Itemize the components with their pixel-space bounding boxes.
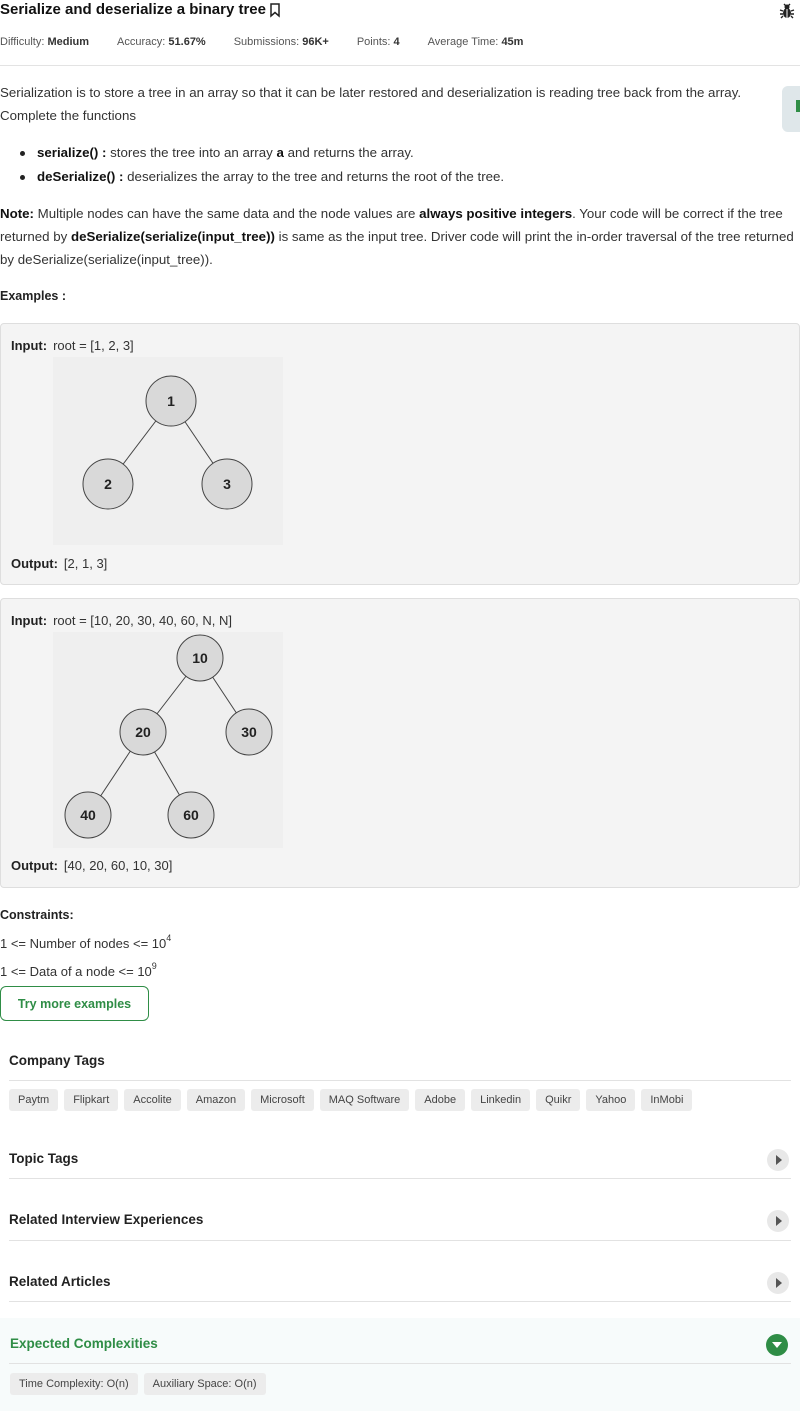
- tree-node: 20: [119, 708, 167, 756]
- problem-meta: Difficulty: Medium Accuracy: 51.67% Subm…: [0, 36, 551, 48]
- company-tag[interactable]: Adobe: [415, 1089, 466, 1111]
- problem-header: Serialize and deserialize a binary tree …: [0, 0, 800, 66]
- divider: [9, 1240, 791, 1241]
- constraints-heading: Constraints:: [0, 908, 74, 922]
- tree-node: 3: [201, 458, 253, 510]
- page-title: Serialize and deserialize a binary tree: [0, 1, 282, 18]
- expand-arrow-icon[interactable]: [767, 1272, 789, 1294]
- company-tag[interactable]: Accolite: [124, 1089, 181, 1111]
- svg-text:2: 2: [104, 476, 112, 492]
- constraint-line: 1 <= Data of a node <= 109: [0, 961, 157, 979]
- company-tag[interactable]: Paytm: [9, 1089, 59, 1111]
- tree-diagram: 1 2 3: [53, 357, 283, 545]
- svg-text:1: 1: [167, 393, 175, 409]
- company-tag[interactable]: Linkedin: [471, 1089, 531, 1111]
- divider: [9, 1080, 791, 1081]
- problem-title: Serialize and deserialize a binary tree: [0, 1, 266, 18]
- expand-arrow-icon[interactable]: [767, 1210, 789, 1232]
- list-item: deSerialize() : deserializes the array t…: [20, 165, 504, 189]
- example-input: Input: root = [1, 2, 3]: [11, 338, 134, 353]
- tree-node: 30: [225, 708, 273, 756]
- example-input: Input: root = [10, 20, 30, 40, 60, N, N]: [11, 613, 232, 628]
- company-tag[interactable]: Yahoo: [586, 1089, 636, 1111]
- svg-text:30: 30: [241, 724, 257, 740]
- company-tags-list: Paytm Flipkart Accolite Amazon Microsoft…: [9, 1089, 693, 1111]
- expand-arrow-icon[interactable]: [767, 1149, 789, 1171]
- svg-text:3: 3: [223, 476, 231, 492]
- tree-node: 1: [145, 375, 197, 427]
- collapse-arrow-icon[interactable]: [766, 1334, 788, 1356]
- related-articles-toggle[interactable]: Related Articles: [9, 1274, 111, 1289]
- submissions-meta: Submissions: 96K+: [233, 36, 329, 48]
- expected-complexities-toggle[interactable]: Expected Complexities: [10, 1336, 158, 1351]
- company-tag[interactable]: Flipkart: [64, 1089, 119, 1111]
- tree-node: 10: [176, 634, 224, 682]
- bug-report-icon[interactable]: [778, 2, 796, 20]
- example-block-2: Input: root = [10, 20, 30, 40, 60, N, N] …: [0, 598, 800, 888]
- complexity-tags: Time Complexity: O(n) Auxiliary Space: O…: [10, 1373, 266, 1395]
- example-output: Output: [2, 1, 3]: [11, 556, 108, 571]
- example-block-1: Input: root = [1, 2, 3] 1 2 3 Output: [2, …: [0, 323, 800, 585]
- tree-node: 2: [82, 458, 134, 510]
- bookmark-icon[interactable]: [268, 2, 282, 18]
- topic-tags-toggle[interactable]: Topic Tags: [9, 1151, 78, 1166]
- related-interview-experiences-toggle[interactable]: Related Interview Experiences: [9, 1212, 203, 1227]
- examples-heading: Examples :: [0, 289, 67, 303]
- divider: [9, 1178, 791, 1179]
- time-complexity-badge: Time Complexity: O(n): [10, 1373, 138, 1395]
- constraints: Constraints: 1 <= Number of nodes <= 104…: [0, 904, 171, 983]
- function-list: serialize() : stores the tree into an ar…: [20, 141, 504, 189]
- svg-text:10: 10: [192, 650, 208, 666]
- problem-note: Note: Multiple nodes can have the same d…: [0, 206, 794, 267]
- tree-node: 40: [64, 791, 112, 839]
- company-tag[interactable]: InMobi: [641, 1089, 693, 1111]
- company-tag[interactable]: Quikr: [536, 1089, 581, 1111]
- list-item: serialize() : stores the tree into an ar…: [20, 141, 504, 165]
- space-complexity-badge: Auxiliary Space: O(n): [143, 1373, 266, 1395]
- points-meta: Points: 4: [356, 36, 400, 48]
- divider: [9, 1363, 791, 1364]
- svg-text:40: 40: [80, 807, 96, 823]
- difficulty-meta: Difficulty: Medium: [0, 36, 90, 48]
- tree-node: 60: [167, 791, 215, 839]
- tree-diagram: 10 20 30 40 60: [53, 632, 283, 848]
- company-tag[interactable]: Microsoft: [251, 1089, 314, 1111]
- problem-intro: Serialization is to store a tree in an a…: [0, 85, 742, 123]
- average-time-meta: Average Time: 45m: [427, 36, 524, 48]
- company-tag[interactable]: MAQ Software: [319, 1089, 410, 1111]
- constraint-line: 1 <= Number of nodes <= 104: [0, 933, 172, 951]
- svg-text:20: 20: [135, 724, 151, 740]
- expected-complexities-panel: [0, 1318, 800, 1411]
- company-tag[interactable]: Amazon: [186, 1089, 246, 1111]
- try-more-examples-button[interactable]: Try more examples: [0, 986, 149, 1021]
- svg-text:60: 60: [183, 807, 199, 823]
- company-tags-heading: Company Tags: [9, 1053, 105, 1068]
- divider: [9, 1301, 791, 1302]
- example-output: Output: [40, 20, 60, 10, 30]: [11, 858, 173, 873]
- accuracy-meta: Accuracy: 51.67%: [117, 36, 206, 48]
